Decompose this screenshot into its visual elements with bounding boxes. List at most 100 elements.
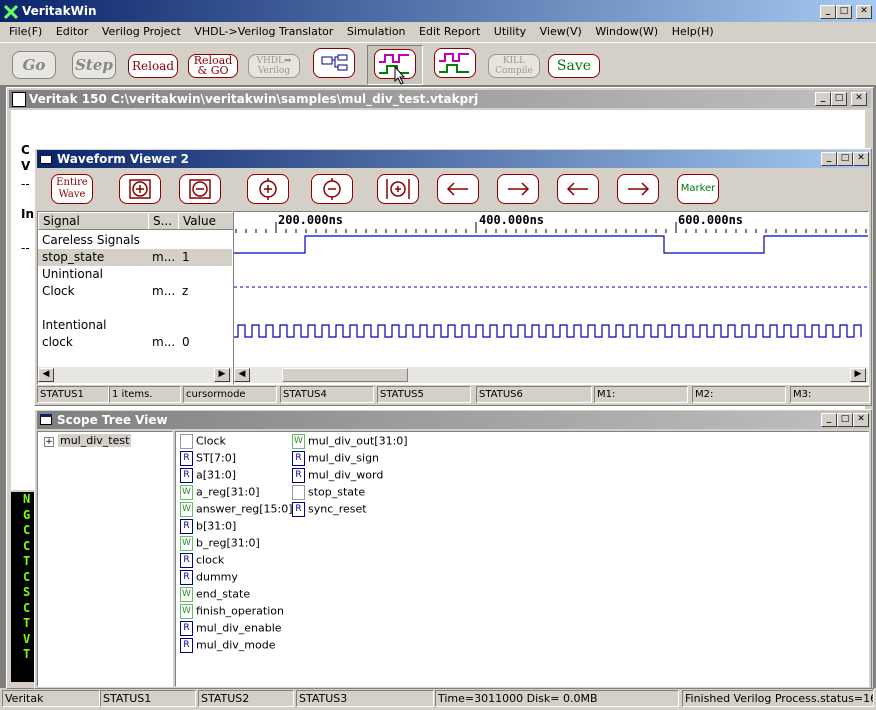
scope-signal-item[interactable]: Wanswer_reg[15:0] [180,502,293,517]
signal-hscroll[interactable]: ◀ ▶ [38,367,232,383]
waveform-minimize-icon[interactable]: _ [821,152,837,166]
left-arrow-button[interactable] [437,174,479,204]
kill-compile-button[interactable]: KILL Compile [488,54,540,78]
reload-go-button[interactable]: Reload & GO [188,54,238,78]
scope-root[interactable]: mul_div_test [58,434,132,447]
scope-signal-item[interactable]: Clock [180,434,226,449]
menu-vhdl-translator[interactable]: VHDL->Verilog Translator [189,23,338,41]
prev-edge-button[interactable] [557,174,599,204]
zoom-out-center-button[interactable] [311,174,353,204]
zoom-out-button[interactable] [179,174,221,204]
wave-scroll-thumb[interactable] [282,368,408,382]
vhdl-verilog-button[interactable]: VHDL➡ Verilog [248,54,300,78]
scope-signal-name: ST[7:0] [196,451,236,465]
signal-row[interactable]: Unintional [38,266,232,283]
waveform-button-pressed[interactable] [367,45,423,85]
main-status-bar: Veritak STATUS1 STATUS2 STATUS3 Time=301… [0,689,876,710]
step-button[interactable]: Step [72,51,116,79]
scope-signal-item[interactable]: Rmul_div_mode [180,638,276,653]
menu-utility[interactable]: Utility [489,23,531,41]
minimize-icon[interactable]: _ [820,5,836,19]
menu-editor[interactable]: Editor [51,23,94,41]
arrow-right-icon [508,182,530,196]
scope-signal-item[interactable]: Rclock [180,553,224,568]
scope-signal-item[interactable]: R ST[7:0] [180,451,236,466]
scroll-left-icon[interactable]: ◀ [38,368,54,382]
menu-view[interactable]: View(V) [535,23,587,41]
go-button[interactable]: Go [12,51,56,79]
scope-signal-item[interactable]: Rmul_div_enable [180,621,282,636]
entire-wave-button[interactable]: Entire Wave [51,174,93,204]
menu-help[interactable]: Help(H) [667,23,719,41]
scope-signal-item[interactable]: Rsync_reset [292,502,367,517]
signal-row[interactable] [38,300,232,317]
reg-icon: R [180,621,193,636]
scope-close-icon[interactable]: ✕ [853,413,869,427]
scope-signal-item[interactable]: Wfinish_operation [180,604,284,619]
reg-icon: R [180,570,193,585]
scope-signal-pane[interactable]: Clock R ST[7:0] Ra[31:0] Wa_reg[31:0] Wanswer… [175,431,869,687]
scope-tree-button[interactable] [313,48,355,78]
wave-display[interactable]: 200.000ns 400.000ns 600.000ns ◀ ▶ [233,211,869,385]
waveform-toolbar: Entire Wave Marker [37,171,869,209]
scope-signal-item[interactable]: Wa_reg[31:0] [180,485,260,500]
wave-clock [234,324,862,338]
scope-signal-name: sync_reset [308,502,367,516]
right-arrow-button[interactable] [497,174,539,204]
scope-signal-name: mul_div_word [308,468,384,482]
scope-signal-item[interactable]: Rb[31:0] [180,519,236,534]
signal-name: Intentional [42,318,107,332]
menu-file[interactable]: File(F) [4,23,47,41]
menu-window[interactable]: Window(W) [590,23,663,41]
scope-signal-item[interactable]: Wend_state [180,587,250,602]
scroll-right-icon[interactable]: ▶ [214,368,230,382]
scope-signal-item[interactable]: Rdummy [180,570,238,585]
zoom-range-button[interactable] [377,174,419,204]
zoom-in-center-button[interactable] [247,174,289,204]
wave-hscroll[interactable]: ◀ ▶ [234,367,868,383]
waveform-maximize-icon[interactable]: □ [837,152,853,166]
doc-icon [12,92,26,107]
scope-signal-item[interactable]: Rmul_div_sign [292,451,379,466]
scope-maximize-icon[interactable]: □ [837,413,853,427]
save-button[interactable]: Save [548,54,600,78]
signal-row[interactable]: stop_state m... 1 [38,249,232,266]
maximize-icon[interactable]: □ [836,5,852,19]
expand-icon[interactable]: + [44,437,54,447]
waveform-view-button[interactable] [434,48,476,78]
header-value[interactable]: Value [178,212,236,230]
scope-tree-pane[interactable]: + mul_div_test [37,431,173,687]
next-edge-button[interactable] [617,174,659,204]
signal-name: Unintional [42,267,104,281]
signal-row[interactable]: Careless Signals [38,232,232,249]
project-minimize-icon[interactable]: _ [815,92,831,106]
scope-signal-item[interactable]: stop_state [292,485,365,500]
signal-row[interactable]: clock m... 0 [38,334,232,351]
scope-signal-item[interactable]: Ra[31:0] [180,468,236,483]
wave-status-2: 1 items. [109,386,181,403]
zoom-minus-icon [323,178,341,200]
scope-signal-item[interactable]: Wb_reg[31:0] [180,536,260,551]
waveform-close-icon[interactable]: ✕ [853,152,869,166]
wave-scroll-right-icon[interactable]: ▶ [850,368,866,382]
scope-signal-item[interactable]: Rmul_div_word [292,468,383,483]
wave-scroll-left-icon[interactable]: ◀ [234,368,250,382]
header-s[interactable]: S... [148,212,182,230]
project-close-icon[interactable]: ✕ [851,92,867,106]
reload-button[interactable]: Reload [128,54,178,78]
waveform-window: Waveform Viewer 2 _ □ ✕ Entire Wave Mark… [34,148,872,406]
scope-signal-item[interactable]: Wmul_div_out[31:0] [292,434,408,449]
menu-bar: File(F) Editor Verilog Project VHDL->Ver… [4,23,719,41]
close-icon[interactable]: ✕ [856,5,872,19]
scope-minimize-icon[interactable]: _ [821,413,837,427]
header-signal[interactable]: Signal [38,212,150,230]
menu-verilog-project[interactable]: Verilog Project [97,23,186,41]
zoom-in-button[interactable] [119,174,161,204]
menu-edit-report[interactable]: Edit Report [414,23,485,41]
marker-button[interactable]: Marker [677,174,719,204]
wire-icon: W [292,434,305,449]
project-maximize-icon[interactable]: □ [831,92,847,106]
signal-row[interactable]: Clock m... z [38,283,232,300]
menu-simulation[interactable]: Simulation [342,23,411,41]
signal-row[interactable]: Intentional [38,317,232,334]
